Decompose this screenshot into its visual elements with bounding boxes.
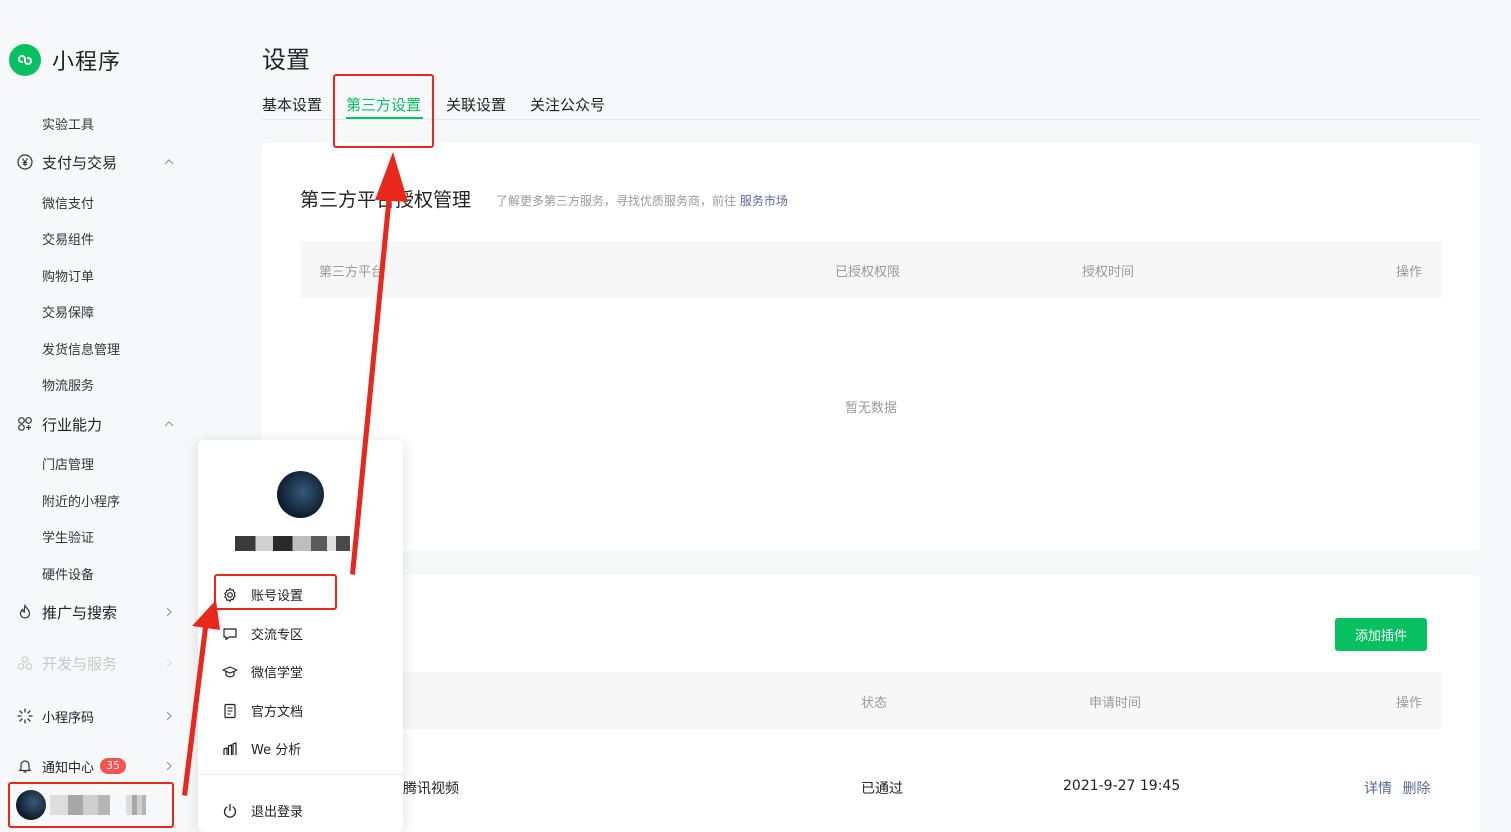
column-header: 第三方平台 — [319, 265, 385, 280]
plugins-card: 添加插件 状态 申请时间 操作 腾讯视频 已通过 2021-9-27 19:45… — [262, 575, 1480, 832]
column-header: 已授权权限 — [835, 265, 901, 280]
sidebar-item-shipping-info[interactable]: 发货信息管理 — [42, 339, 120, 358]
flame-icon — [16, 603, 34, 621]
menu-item-we-analytics[interactable]: We 分析 — [222, 739, 301, 758]
tab-related-settings[interactable]: 关联设置 — [446, 94, 506, 115]
add-plugin-button[interactable]: 添加插件 — [1335, 618, 1427, 651]
menu-item-label: 交流专区 — [251, 628, 304, 643]
tab-follow-official-account[interactable]: 关注公众号 — [530, 94, 605, 115]
thirdparty-auth-card: 第三方平台授权管理 了解更多第三方服务，寻找优质服务商，前往 服务市场 第三方平… — [262, 143, 1480, 551]
sidebar-group-label: 支付与交易 — [42, 153, 118, 172]
sidebar-group-industry[interactable]: 行业能力 — [16, 414, 180, 434]
analytics-icon — [222, 741, 238, 757]
graduation-cap-icon — [222, 664, 238, 680]
chevron-right-icon — [166, 607, 172, 617]
sidebar: 小程序 实验工具 支付与交易 微信支付 交易组件 购物订单 交易保障 发货信息管… — [0, 0, 200, 832]
plugin-status: 已通过 — [861, 781, 903, 797]
account-switcher[interactable] — [8, 782, 174, 828]
plugin-table-header: 状态 申请时间 操作 — [300, 672, 1441, 729]
sidebar-item-logistics[interactable]: 物流服务 — [42, 375, 94, 394]
sidebar-group-label: 行业能力 — [42, 415, 103, 434]
dev-icon — [16, 654, 34, 672]
redacted-account-tag — [126, 795, 146, 815]
column-header: 申请时间 — [1089, 696, 1142, 711]
column-header: 操作 — [1395, 696, 1422, 711]
tab-basic-settings[interactable]: 基本设置 — [262, 94, 322, 115]
empty-state: 暂无数据 — [844, 401, 897, 416]
sidebar-group-label: 小程序码 — [42, 710, 95, 726]
column-header: 操作 — [1395, 265, 1422, 280]
sidebar-item-store[interactable]: 门店管理 — [42, 454, 94, 473]
sidebar-item-trade-guarantee[interactable]: 交易保障 — [42, 302, 94, 321]
sidebar-group-payment[interactable]: 支付与交易 — [16, 152, 180, 172]
account-popup-menu: 账号设置 交流专区 微信学堂 官方文档 We 分析 退出登录 — [198, 440, 403, 832]
document-icon — [222, 703, 238, 719]
plugin-delete-link[interactable]: 删除 — [1402, 781, 1430, 797]
chevron-up-icon — [164, 421, 174, 427]
plugin-name: 腾讯视频 — [403, 781, 459, 797]
chevron-right-icon — [166, 761, 172, 771]
sidebar-group-dev-services[interactable]: 开发与服务 — [16, 653, 180, 673]
power-icon — [222, 803, 238, 819]
avatar — [16, 790, 46, 820]
menu-item-label: 官方文档 — [251, 705, 304, 720]
menu-divider — [198, 774, 403, 775]
sidebar-item-hardware[interactable]: 硬件设备 — [42, 564, 94, 583]
service-market-link[interactable]: 服务市场 — [740, 194, 788, 208]
menu-item-label: 微信学堂 — [251, 666, 304, 681]
plugin-detail-link[interactable]: 详情 — [1364, 781, 1392, 797]
notification-count-badge: 35 — [100, 758, 127, 774]
chevron-up-icon — [164, 159, 174, 165]
sidebar-group-label: 通知中心 — [42, 760, 95, 776]
brand-name: 小程序 — [52, 50, 122, 75]
brand[interactable]: 小程序 — [9, 44, 121, 76]
menu-item-community[interactable]: 交流专区 — [222, 624, 303, 643]
yuan-icon — [16, 153, 34, 171]
menu-item-official-docs[interactable]: 官方文档 — [222, 701, 303, 720]
bell-icon — [16, 757, 34, 775]
sidebar-item-lab-tools[interactable]: 实验工具 — [42, 114, 94, 133]
chevron-right-icon — [166, 711, 172, 721]
sidebar-group-qrcode[interactable]: 小程序码 — [16, 706, 180, 726]
column-header: 授权时间 — [1082, 265, 1135, 280]
redacted-account-name — [50, 795, 110, 815]
miniprogram-logo-icon — [9, 44, 41, 76]
column-header: 状态 — [861, 696, 888, 711]
sidebar-group-label: 推广与搜索 — [42, 603, 118, 622]
chat-bubble-icon — [222, 626, 238, 642]
annotation-highlight-tab — [333, 74, 434, 148]
plugin-actions: 详情 删除 — [1364, 778, 1430, 798]
sidebar-group-label: 开发与服务 — [42, 654, 118, 673]
sun-code-icon — [16, 707, 34, 725]
sidebar-item-nearby[interactable]: 附近的小程序 — [42, 491, 120, 510]
sidebar-item-orders[interactable]: 购物订单 — [42, 266, 94, 285]
menu-item-label: 退出登录 — [251, 805, 304, 820]
sidebar-item-trade-component[interactable]: 交易组件 — [42, 229, 94, 248]
sidebar-group-notifications[interactable]: 通知中心 35 — [16, 756, 180, 776]
page-title: 设置 — [262, 46, 310, 74]
sidebar-group-promotion[interactable]: 推广与搜索 — [16, 602, 180, 622]
annotation-highlight-account-settings — [214, 574, 337, 610]
hint-text: 了解更多第三方服务，寻找优质服务商，前往 — [496, 194, 737, 208]
menu-item-wechat-academy[interactable]: 微信学堂 — [222, 662, 303, 681]
settings-tabs: 基本设置 第三方设置 关联设置 关注公众号 — [262, 92, 1480, 120]
sidebar-item-student[interactable]: 学生验证 — [42, 527, 94, 546]
auth-table-header: 第三方平台 已授权权限 授权时间 操作 — [300, 241, 1441, 298]
sidebar-item-wechat-pay[interactable]: 微信支付 — [42, 193, 94, 212]
avatar — [277, 471, 324, 518]
section-hint: 了解更多第三方服务，寻找优质服务商，前往 服务市场 — [496, 192, 788, 209]
menu-item-logout[interactable]: 退出登录 — [222, 801, 303, 820]
plugin-apply-time: 2021-9-27 19:45 — [1063, 778, 1181, 794]
section-title: 第三方平台授权管理 — [300, 189, 472, 211]
menu-item-label: We 分析 — [251, 743, 302, 758]
chevron-right-icon — [166, 658, 172, 668]
redacted-account-name — [235, 536, 350, 551]
industry-icon — [16, 415, 34, 433]
